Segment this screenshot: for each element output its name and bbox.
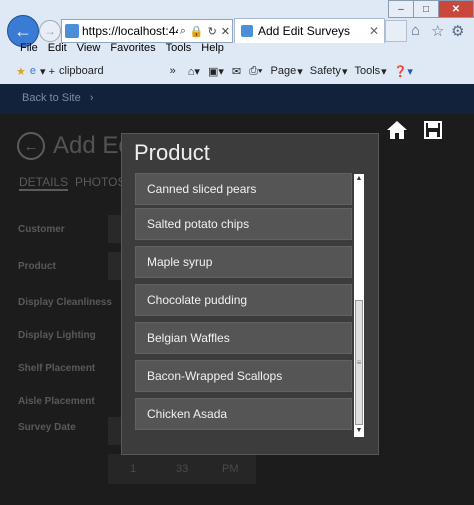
- print-icon[interactable]: ⎙▾: [249, 65, 262, 78]
- menu-tools[interactable]: Tools: [166, 42, 192, 59]
- close-tab-icon[interactable]: ✕: [369, 24, 379, 38]
- home-icon[interactable]: [386, 120, 408, 140]
- product-list[interactable]: Canned sliced pears Salted potato chips …: [135, 173, 352, 436]
- arrow-right-icon: →: [44, 24, 56, 38]
- label-customer: Customer: [18, 224, 65, 235]
- menu-help[interactable]: Help: [201, 42, 224, 59]
- feeds-icon[interactable]: ▣▾: [208, 65, 224, 78]
- browser-forward-button[interactable]: →: [39, 20, 61, 42]
- tab-photos[interactable]: PHOTOS: [75, 175, 125, 189]
- time-hour[interactable]: 1: [130, 463, 136, 475]
- list-item[interactable]: Canned sliced pears: [135, 173, 352, 205]
- time-ampm[interactable]: PM: [222, 463, 239, 475]
- search-icon[interactable]: ⌕: [180, 25, 186, 38]
- list-item[interactable]: Belgian Waffles: [135, 322, 352, 354]
- favorites-star-icon[interactable]: ★: [16, 65, 26, 78]
- fav-clipboard[interactable]: clipboard: [59, 65, 104, 77]
- menu-file[interactable]: File: [20, 42, 38, 59]
- star-icon[interactable]: ☆: [431, 22, 444, 40]
- maximize-button[interactable]: □: [413, 0, 439, 18]
- safety-menu[interactable]: Safety: [310, 65, 341, 77]
- menu-bar: File Edit View Favorites Tools Help: [0, 42, 474, 59]
- back-to-site-link[interactable]: Back to Site ›: [22, 92, 94, 104]
- favorites-bar: ★ e ▾ + clipboard » ⌂▾ ▣▾ ✉ ⎙▾ Page ▾ Saf…: [16, 64, 413, 78]
- more-icon[interactable]: »: [170, 65, 176, 77]
- list-item[interactable]: Salted potato chips: [135, 208, 352, 240]
- address-url[interactable]: https://localhost:4430: [82, 24, 178, 38]
- page-icon: [65, 24, 79, 38]
- save-icon[interactable]: [424, 121, 442, 139]
- list-item[interactable]: Bacon-Wrapped Scallops: [135, 360, 352, 392]
- label-display-lighting: Display Lighting: [18, 330, 96, 341]
- add-icon: ▾ +: [40, 65, 56, 78]
- minimize-button[interactable]: –: [388, 0, 414, 18]
- label-product: Product: [18, 261, 56, 272]
- stop-icon[interactable]: ✕: [221, 25, 230, 38]
- time-minute[interactable]: 33: [176, 463, 188, 475]
- scroll-down-icon[interactable]: ▼: [354, 427, 364, 435]
- label-shelf-placement: Shelf Placement: [18, 363, 96, 374]
- label-display-cleanliness: Display Cleanliness: [18, 297, 112, 308]
- page-back-button[interactable]: ←: [17, 132, 45, 160]
- arrow-left-circle-icon: ←: [23, 137, 39, 155]
- tab-title: Add Edit Surveys: [258, 24, 351, 38]
- home-toolbar-icon[interactable]: ⌂▾: [188, 65, 200, 78]
- menu-edit[interactable]: Edit: [48, 42, 67, 59]
- address-bar[interactable]: https://localhost:4430 ⌕ 🔒 ↻ ✕: [61, 19, 233, 43]
- list-item[interactable]: Maple syrup: [135, 246, 352, 278]
- menu-favorites[interactable]: Favorites: [110, 42, 155, 59]
- menu-view[interactable]: View: [77, 42, 101, 59]
- arrow-left-icon: ←: [14, 20, 32, 41]
- scroll-up-icon[interactable]: ▲: [354, 175, 364, 183]
- list-item[interactable]: Chicken Asada: [135, 398, 352, 430]
- label-survey-date: Survey Date: [18, 422, 76, 433]
- mail-icon[interactable]: ✉: [232, 65, 241, 78]
- scroll-grip-icon: ≡: [356, 358, 362, 367]
- label-aisle-placement: Aisle Placement: [18, 396, 95, 407]
- page-menu[interactable]: Page: [271, 65, 297, 77]
- chevron-right-icon: ›: [83, 92, 94, 104]
- back-to-site-label: Back to Site: [22, 92, 81, 104]
- tab-details[interactable]: DETAILS: [19, 175, 69, 191]
- refresh-icon[interactable]: ↻: [208, 25, 217, 38]
- new-tab-button[interactable]: [385, 20, 407, 42]
- home-icon-browser[interactable]: ⌂: [411, 22, 420, 39]
- close-window-button[interactable]: ✕: [438, 0, 474, 18]
- lock-icon[interactable]: 🔒: [190, 25, 204, 38]
- gear-icon[interactable]: ⚙: [451, 22, 464, 40]
- browser-tab[interactable]: Add Edit Surveys ✕: [234, 18, 385, 43]
- tools-menu[interactable]: Tools: [354, 65, 380, 77]
- flyout-title: Product: [134, 140, 210, 165]
- ie-icon: e: [29, 65, 36, 77]
- list-item[interactable]: Chocolate pudding: [135, 284, 352, 316]
- help-icon[interactable]: ❓▾: [394, 65, 413, 78]
- tab-page-icon: [241, 25, 253, 37]
